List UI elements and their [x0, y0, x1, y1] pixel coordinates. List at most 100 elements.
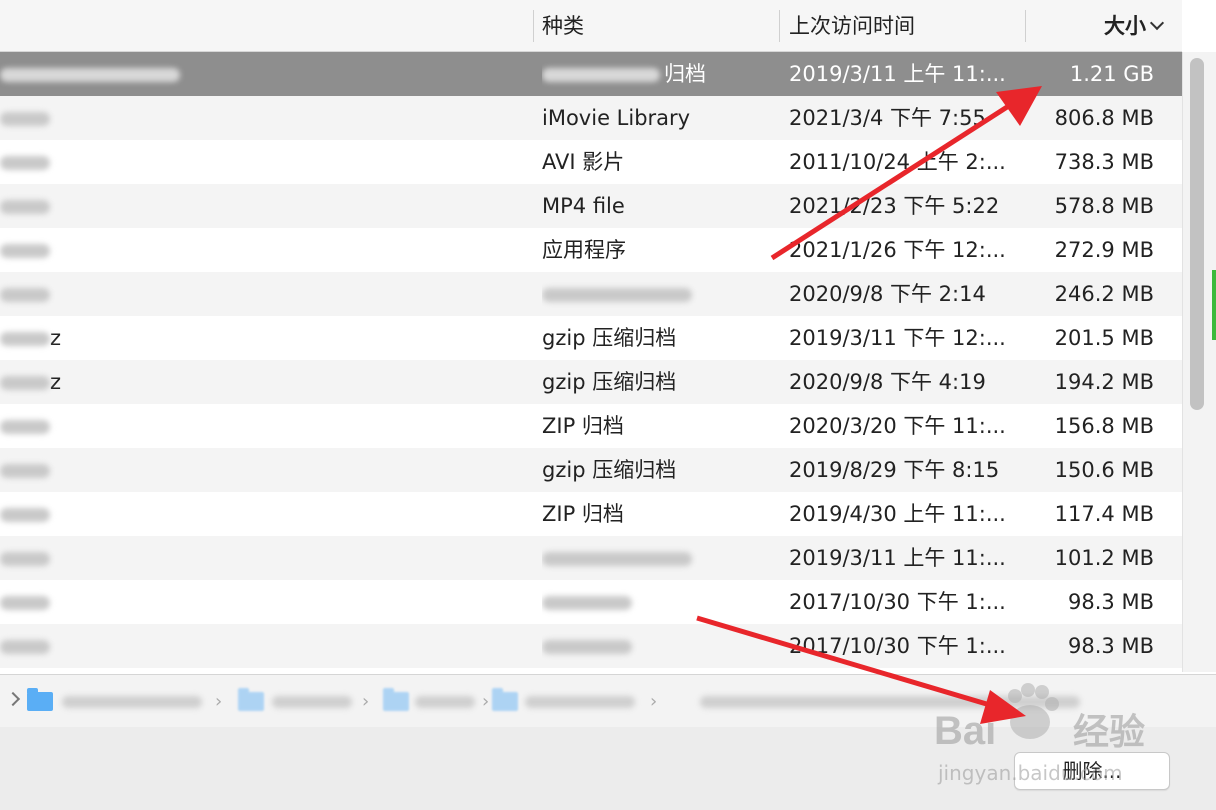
file-kind-cell: 归档: [542, 52, 772, 96]
folder-icon[interactable]: [492, 688, 518, 711]
file-kind-cell: MP4 file: [542, 184, 772, 228]
last-opened-cell: 2019/8/29 下午 8:15: [789, 458, 1000, 482]
file-name-cell: [0, 52, 190, 96]
file-name-cell: z: [0, 316, 70, 360]
table-row[interactable]: 2020/9/8 下午 2:14 246.2 MB: [0, 272, 1182, 316]
path-separator-icon: ›: [215, 691, 223, 712]
file-name-cell: [0, 448, 70, 492]
table-row[interactable]: gzip 压缩归档 2019/8/29 下午 8:15 150.6 MB: [0, 448, 1182, 492]
column-header-bar: 种类 上次访问时间 大小: [0, 0, 1182, 52]
column-header-size[interactable]: 大小: [1042, 0, 1165, 51]
bottom-bar: 删除...: [0, 727, 1216, 810]
file-kind-text: 应用程序: [542, 238, 626, 262]
file-size-cell: 1.21 GB: [1069, 62, 1154, 86]
table-row[interactable]: 2019/3/11 上午 11:... 101.2 MB: [0, 536, 1182, 580]
table-row[interactable]: ZIP 归档 2019/4/30 上午 11:... 117.4 MB: [0, 492, 1182, 536]
window-edge-accent: [1212, 270, 1216, 340]
file-name-cell: [0, 580, 70, 624]
file-name-cell: [0, 228, 70, 272]
file-size-cell: 806.8 MB: [1054, 106, 1154, 130]
folder-icon[interactable]: [238, 688, 264, 711]
path-segment-redacted[interactable]: [272, 696, 352, 708]
redacted-file-name: [0, 508, 50, 522]
file-kind-cell: ZIP 归档: [542, 492, 772, 536]
file-size-cell: 194.2 MB: [1054, 370, 1154, 394]
file-size-cell: 98.3 MB: [1068, 634, 1154, 658]
file-size-cell: 98.3 MB: [1068, 590, 1154, 614]
column-header-kind-label: 种类: [542, 14, 584, 38]
table-row[interactable]: 应用程序 2021/1/26 下午 12:... 272.9 MB: [0, 228, 1182, 272]
column-header-kind[interactable]: 种类: [542, 0, 584, 51]
last-opened-cell: 2020/3/20 下午 11:...: [789, 414, 1006, 438]
path-separator-icon: ›: [362, 691, 370, 712]
table-row-selected[interactable]: 归档 2019/3/11 上午 11:... 1.21 GB: [0, 52, 1182, 96]
path-segment-redacted[interactable]: [525, 696, 635, 708]
table-row[interactable]: 2017/10/30 下午 1:... 98.3 MB: [0, 580, 1182, 624]
column-divider[interactable]: [533, 10, 534, 42]
redacted-file-kind: [542, 288, 692, 302]
file-kind-text: gzip 压缩归档: [542, 326, 677, 350]
redacted-file-name: [0, 640, 50, 654]
redacted-file-name: [0, 376, 50, 390]
file-name-cell: [0, 624, 70, 668]
file-size-cell: 246.2 MB: [1054, 282, 1154, 306]
table-row[interactable]: MP4 file 2021/2/23 下午 5:22 578.8 MB: [0, 184, 1182, 228]
redacted-file-name: [0, 552, 50, 566]
redacted-file-kind: [542, 640, 632, 654]
file-name-cell: [0, 184, 70, 228]
redacted-file-kind: [542, 596, 632, 610]
file-kind-cell: gzip 压缩归档: [542, 316, 772, 360]
folder-icon[interactable]: [27, 688, 53, 711]
file-kind-cell: [542, 272, 772, 316]
file-name-cell: [0, 492, 70, 536]
file-size-cell: 150.6 MB: [1054, 458, 1154, 482]
table-row[interactable]: AVI 影片 2011/10/24 上午 2:... 738.3 MB: [0, 140, 1182, 184]
delete-button[interactable]: 删除...: [1014, 752, 1170, 790]
file-size-cell: 272.9 MB: [1054, 238, 1154, 262]
column-divider[interactable]: [1025, 10, 1026, 42]
table-row[interactable]: z gzip 压缩归档 2019/3/11 下午 12:... 201.5 MB: [0, 316, 1182, 360]
last-opened-cell: 2021/3/4 下午 7:55: [789, 106, 986, 130]
file-name-suffix: z: [50, 370, 62, 394]
last-opened-cell: 2020/9/8 下午 2:14: [789, 282, 986, 306]
table-row[interactable]: 2017/10/30 下午 1:... 98.3 MB: [0, 624, 1182, 668]
file-size-cell: 101.2 MB: [1054, 546, 1154, 570]
path-segment-redacted[interactable]: [62, 696, 202, 708]
file-name-cell: [0, 404, 70, 448]
folder-icon[interactable]: [383, 688, 409, 711]
file-list-window: 种类 上次访问时间 大小 归档 2019/3/11 上午 11:... 1.21 G…: [0, 0, 1216, 810]
table-row[interactable]: iMovie Library 2021/3/4 下午 7:55 806.8 MB: [0, 96, 1182, 140]
file-name-cell: [0, 140, 70, 184]
file-kind-text: ZIP 归档: [542, 414, 624, 438]
file-kind-cell: [542, 536, 772, 580]
file-kind-cell: gzip 压缩归档: [542, 360, 772, 404]
path-separator-icon: ›: [650, 691, 658, 712]
last-opened-cell: 2019/4/30 上午 11:...: [789, 502, 1006, 526]
file-list: 归档 2019/3/11 上午 11:... 1.21 GB iMovie Libra…: [0, 52, 1182, 672]
scrollbar-thumb[interactable]: [1190, 58, 1204, 410]
redacted-file-name: [0, 288, 50, 302]
path-chevron-right-icon: [5, 691, 21, 707]
last-opened-cell: 2019/3/11 上午 11:...: [789, 546, 1006, 570]
last-opened-cell: 2021/1/26 下午 12:...: [789, 238, 1006, 262]
last-opened-cell: 2019/3/11 下午 12:...: [789, 326, 1006, 350]
column-header-last-opened-label: 上次访问时间: [789, 14, 915, 38]
redacted-file-name: [0, 332, 50, 346]
last-opened-cell: 2020/9/8 下午 4:19: [789, 370, 986, 394]
redacted-file-name: [0, 244, 50, 258]
last-opened-cell: 2021/2/23 下午 5:22: [789, 194, 1000, 218]
file-name-suffix: z: [50, 326, 62, 350]
file-size-cell: 117.4 MB: [1054, 502, 1154, 526]
redacted-file-name: [0, 68, 180, 82]
table-row[interactable]: ZIP 归档 2020/3/20 下午 11:... 156.8 MB: [0, 404, 1182, 448]
last-opened-cell: 2019/3/11 上午 11:...: [789, 62, 1006, 86]
column-divider[interactable]: [779, 10, 780, 42]
column-header-last-opened[interactable]: 上次访问时间: [789, 0, 915, 51]
file-kind-cell: gzip 压缩归档: [542, 448, 772, 492]
file-kind-cell: ZIP 归档: [542, 404, 772, 448]
file-kind-cell: 应用程序: [542, 228, 772, 272]
path-segment-redacted[interactable]: [415, 696, 475, 708]
table-row[interactable]: z gzip 压缩归档 2020/9/8 下午 4:19 194.2 MB: [0, 360, 1182, 404]
path-segment-redacted[interactable]: [700, 696, 1080, 708]
file-kind-text: MP4 file: [542, 194, 625, 218]
